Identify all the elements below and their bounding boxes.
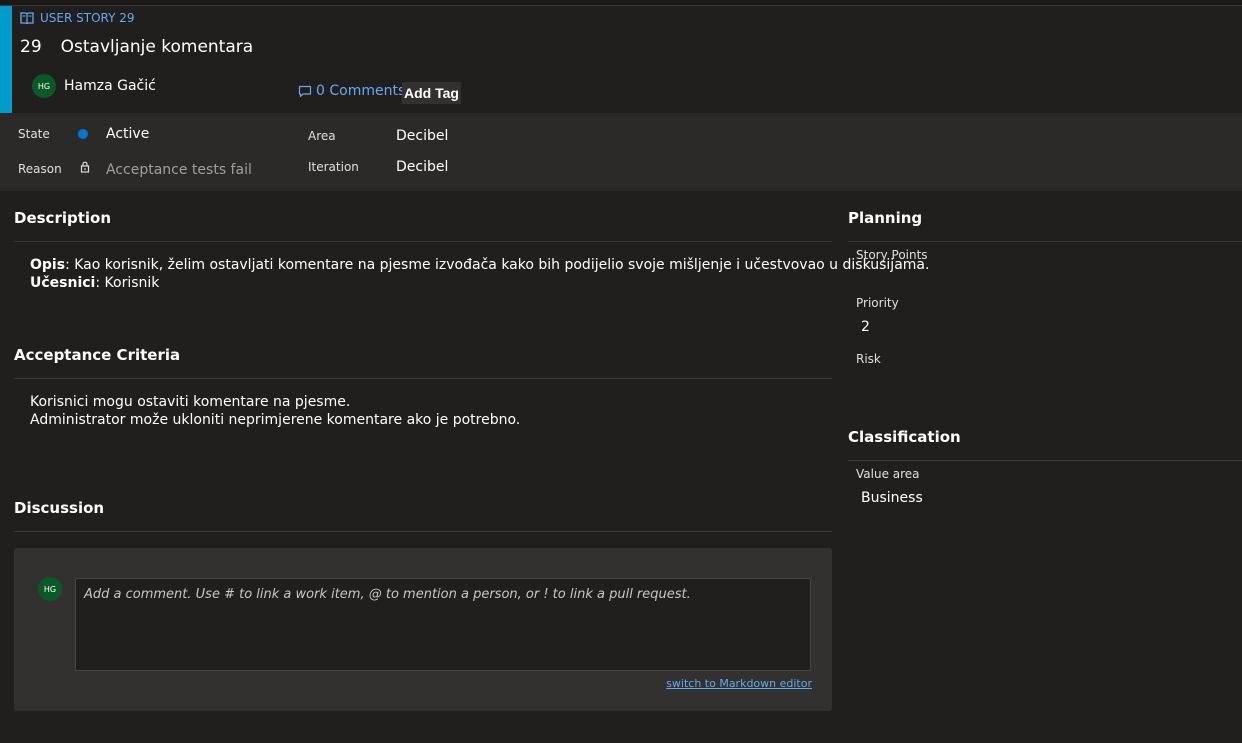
risk-label: Risk <box>856 352 881 366</box>
title-row: 29 Ostavljanje komentara <box>20 37 253 57</box>
ucesnici-label: Učesnici <box>30 275 96 291</box>
opis-label: Opis <box>30 257 66 273</box>
work-item-header: USER STORY 29 29 Ostavljanje komentara H… <box>0 6 1242 113</box>
state-indicator <box>78 129 88 139</box>
iteration-label: Iteration <box>308 160 359 174</box>
reason-label: Reason <box>18 162 62 176</box>
discussion-divider <box>14 531 832 532</box>
acceptance-divider <box>14 378 832 379</box>
area-dropdown[interactable]: Decibel <box>396 128 448 144</box>
state-label: State <box>18 127 50 141</box>
description-heading: Description <box>14 209 112 227</box>
area-label: Area <box>308 129 336 143</box>
comments-link[interactable]: 0 Comments <box>298 83 405 99</box>
story-points-label: Story Points <box>856 248 928 262</box>
comment-input[interactable]: Add a comment. Use # to link a work item… <box>75 578 811 671</box>
switch-markdown-link[interactable]: switch to Markdown editor <box>666 677 812 690</box>
discussion-box: HG Add a comment. Use # to link a work i… <box>14 548 832 711</box>
acceptance-line: Korisnici mogu ostaviti komentare na pje… <box>30 394 351 410</box>
reason-value: Acceptance tests fail <box>106 162 252 178</box>
work-item-title[interactable]: Ostavljanje komentara <box>61 37 254 57</box>
type-color-bar <box>0 6 12 113</box>
classification-heading: Classification <box>848 428 961 446</box>
comment-icon <box>298 85 312 97</box>
discussion-heading: Discussion <box>14 499 105 517</box>
work-item-type-label[interactable]: USER STORY 29 <box>40 11 135 25</box>
priority-dropdown[interactable]: 2 <box>861 319 870 335</box>
comments-label: 0 Comments <box>316 83 406 99</box>
ucesnici-text: : Korisnik <box>95 275 160 291</box>
acceptance-heading: Acceptance Criteria <box>14 346 181 364</box>
classification-divider <box>848 460 1242 461</box>
value-area-label: Value area <box>856 467 920 481</box>
state-dropdown[interactable]: Active <box>106 126 149 142</box>
add-tag-button[interactable]: Add Tag <box>402 82 461 104</box>
work-item-type: USER STORY 29 <box>20 11 135 25</box>
work-item-id: 29 <box>20 37 42 57</box>
acceptance-line: Administrator može ukloniti neprimjerene… <box>30 412 521 428</box>
avatar: HG <box>32 74 56 98</box>
opis-text: : Kao korisnik, želim ostavljati komenta… <box>65 257 930 273</box>
description-divider <box>14 241 832 242</box>
planning-divider <box>848 241 1242 242</box>
planning-heading: Planning <box>848 209 923 227</box>
priority-label: Priority <box>856 296 899 310</box>
assigned-to[interactable]: HG Hamza Gačić <box>32 74 156 98</box>
acceptance-editor[interactable]: Korisnici mogu ostaviti komentare na pje… <box>30 393 520 429</box>
assigned-to-name: Hamza Gačić <box>64 78 156 94</box>
value-area-dropdown[interactable]: Business <box>861 490 923 506</box>
description-editor[interactable]: Opis: Kao korisnik, želim ostavljati kom… <box>30 256 929 292</box>
avatar: HG <box>38 577 62 601</box>
book-icon <box>20 12 34 24</box>
lock-icon <box>80 161 90 173</box>
iteration-dropdown[interactable]: Decibel <box>396 159 448 175</box>
fields-band: State Active Reason Acceptance tests fai… <box>0 113 1242 191</box>
